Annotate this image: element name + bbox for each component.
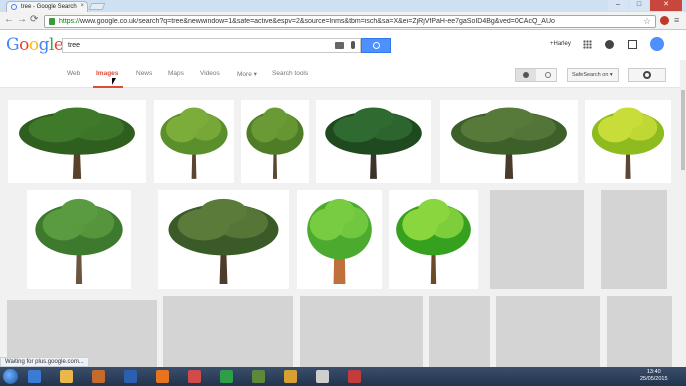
search-nav: Web Images News Maps Videos More ▾ Searc…	[0, 60, 686, 88]
scrollbar-thumb[interactable]	[681, 90, 685, 170]
image-result[interactable]	[585, 100, 671, 183]
image-result[interactable]	[440, 100, 578, 183]
notifications-icon[interactable]	[605, 40, 614, 49]
image-result-loading[interactable]	[429, 296, 490, 368]
folder-icon[interactable]	[60, 370, 73, 383]
image-result[interactable]	[8, 100, 146, 183]
microphone-icon[interactable]	[351, 41, 355, 49]
apps-grid-icon[interactable]	[583, 40, 592, 49]
maximize-button[interactable]: □	[629, 0, 649, 11]
lock-icon	[49, 18, 55, 25]
mouse-cursor-icon	[112, 78, 116, 85]
image-result-loading[interactable]	[163, 296, 293, 368]
minimize-button[interactable]: –	[608, 0, 628, 11]
url-text: https://www.google.co.uk/search?q=tree&n…	[59, 18, 619, 25]
back-button[interactable]: ←	[4, 15, 14, 25]
person-icon[interactable]	[516, 69, 536, 81]
gear-icon	[643, 71, 651, 79]
flag-icon[interactable]	[348, 370, 361, 383]
forward-button[interactable]: →	[17, 15, 27, 25]
tab-web[interactable]: Web	[67, 70, 80, 77]
user-link[interactable]: +Harley	[550, 41, 571, 47]
browser-menu-icon[interactable]: ≡	[674, 15, 679, 25]
image-result-loading[interactable]	[601, 190, 667, 289]
search-input[interactable]: tree	[62, 38, 361, 53]
window-icon[interactable]	[316, 370, 329, 383]
firefox-icon[interactable]	[156, 370, 169, 383]
image-result[interactable]	[389, 190, 478, 289]
cat-app-icon[interactable]	[92, 370, 105, 383]
chrome-icon[interactable]	[220, 370, 233, 383]
safesearch-dropdown[interactable]: SafeSearch on ▾	[567, 68, 619, 82]
image-result[interactable]	[154, 100, 234, 183]
tab-news[interactable]: News	[136, 70, 152, 77]
browser-tab[interactable]: tree - Google Search ×	[6, 1, 88, 12]
window-controls: – □ ✕	[608, 0, 682, 11]
close-window-button[interactable]: ✕	[650, 0, 682, 11]
loading-spinner-icon	[11, 4, 17, 10]
explorer-icon[interactable]	[28, 370, 41, 383]
new-tab-button[interactable]	[88, 3, 106, 10]
address-bar[interactable]: https://www.google.co.uk/search?q=tree&n…	[44, 15, 656, 28]
reload-button[interactable]: ⟳	[30, 15, 38, 25]
image-results-grid	[0, 88, 680, 368]
image-result[interactable]	[297, 190, 382, 289]
system-clock[interactable]: 13:40 25/05/2015	[640, 369, 668, 383]
settings-button[interactable]	[628, 68, 666, 82]
tab-videos[interactable]: Videos	[200, 70, 220, 77]
image-result-loading[interactable]	[607, 296, 672, 368]
image-result[interactable]	[27, 190, 131, 289]
image-result[interactable]	[316, 100, 431, 183]
camera-icon[interactable]	[335, 42, 344, 49]
google-logo[interactable]: Google	[6, 35, 64, 55]
tab-close-icon[interactable]: ×	[80, 3, 84, 9]
logo-letter: o	[28, 35, 39, 55]
image-result-loading[interactable]	[490, 190, 584, 289]
logo-letter: o	[19, 35, 29, 55]
image-result[interactable]	[158, 190, 289, 289]
url-path: www.google.co.uk/search?q=tree&newwindow…	[80, 18, 555, 25]
start-button[interactable]	[3, 369, 18, 384]
url-scheme: https://	[59, 18, 81, 25]
status-bar: Waiting for plus.google.com...	[0, 357, 89, 367]
browser-toolbar: ← → ⟳ https://www.google.co.uk/search?q=…	[0, 12, 686, 30]
image-result[interactable]	[241, 100, 309, 183]
clock-time: 13:40	[646, 369, 661, 375]
tab-images[interactable]: Images	[96, 70, 118, 77]
search-app-icon[interactable]	[188, 370, 201, 383]
search-query: tree	[68, 42, 81, 49]
search-icon	[373, 42, 380, 49]
tab-more[interactable]: More ▾	[237, 70, 257, 78]
extension-icon[interactable]	[660, 16, 669, 25]
logo-letter: G	[6, 35, 20, 55]
bookmark-star-icon[interactable]: ☆	[643, 16, 651, 27]
page-scrollbar[interactable]	[680, 60, 686, 368]
tab-search-tools[interactable]: Search tools	[272, 70, 308, 77]
image-result-loading[interactable]	[300, 296, 423, 368]
clock-date: 25/05/2015	[640, 376, 668, 382]
avatar[interactable]	[650, 37, 664, 51]
media-player-icon[interactable]	[124, 370, 137, 383]
media-icon[interactable]	[284, 370, 297, 383]
search-button[interactable]	[361, 38, 391, 53]
window-titlebar: tree - Google Search × – □ ✕	[0, 0, 686, 12]
private-results-toggle[interactable]	[515, 68, 557, 82]
share-icon[interactable]	[628, 40, 637, 49]
taskbar: 13:40 25/05/2015	[0, 367, 686, 386]
globe-icon[interactable]	[545, 72, 551, 78]
google-header: Google tree +Harley	[0, 30, 686, 60]
logo-letter: g	[38, 35, 50, 55]
tab-title: tree - Google Search	[21, 4, 77, 10]
tab-maps[interactable]: Maps	[168, 70, 184, 77]
minecraft-icon[interactable]	[252, 370, 265, 383]
image-result-loading[interactable]	[496, 296, 600, 368]
